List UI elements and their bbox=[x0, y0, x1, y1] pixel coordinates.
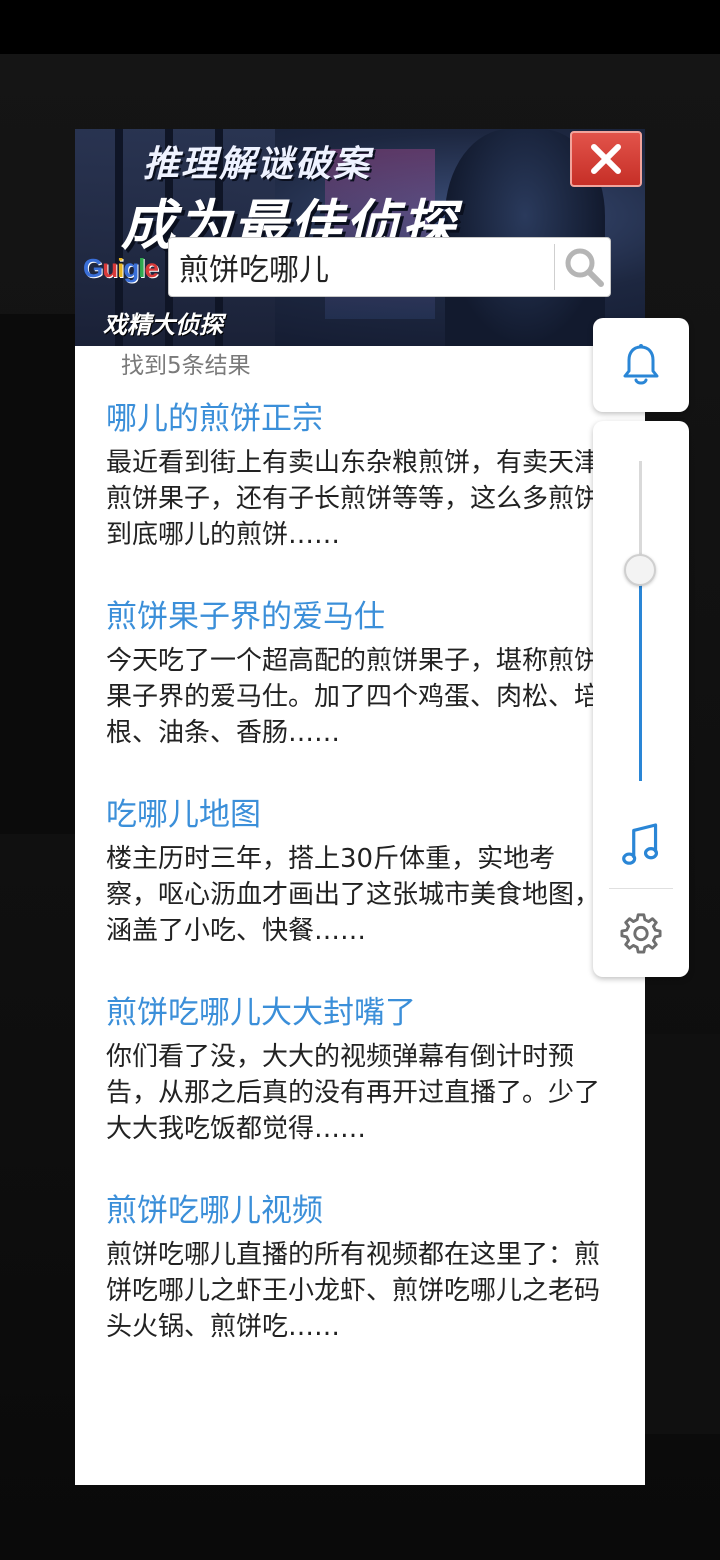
music-note-icon bbox=[622, 823, 659, 865]
result-snippet: 你们看了没，大大的视频弹幕有倒计时预告，从那之后真的没有再开过直播了。少了大大我… bbox=[106, 1042, 601, 1144]
result-title-link[interactable]: 吃哪儿地图 bbox=[106, 795, 606, 835]
result-title-link[interactable]: 哪儿的煎饼正宗 bbox=[106, 399, 606, 439]
result-item: 煎饼吃哪儿大大封嘴了 你们看了没，大大的视频弹幕有倒计时预告，从那之后真的没有再… bbox=[106, 993, 606, 1147]
close-icon bbox=[591, 144, 621, 174]
logo-letter: u bbox=[102, 253, 118, 283]
result-title-link[interactable]: 煎饼果子界的爱马仕 bbox=[106, 597, 606, 637]
search-input[interactable] bbox=[179, 246, 539, 288]
result-item: 煎饼果子界的爱马仕 今天吃了一个超高配的煎饼果子，堪称煎饼果子界的爱马仕。加了四… bbox=[106, 597, 606, 751]
search-window: 推理解谜破案 成为最佳侦探 戏精大侦探 Guigle 找 bbox=[75, 129, 645, 1485]
volume-slider-track[interactable] bbox=[639, 461, 642, 781]
ad-banner[interactable]: 推理解谜破案 成为最佳侦探 戏精大侦探 Guigle bbox=[75, 129, 645, 346]
logo-letter: e bbox=[144, 253, 159, 283]
search-divider bbox=[554, 244, 555, 290]
search-button[interactable] bbox=[557, 238, 611, 296]
screen: 推理解谜破案 成为最佳侦探 戏精大侦探 Guigle 找 bbox=[0, 0, 720, 1560]
tools-panel bbox=[593, 421, 689, 977]
tools-divider bbox=[609, 888, 673, 889]
result-item: 煎饼吃哪儿视频 煎饼吃哪儿直播的所有视频都在这里了：煎饼吃哪儿之虾王小龙虾、煎饼… bbox=[106, 1191, 606, 1345]
music-button[interactable] bbox=[619, 819, 663, 871]
result-item: 吃哪儿地图 楼主历时三年，搭上30斤体重，实地考察，呕心沥血才画出了这张城市美食… bbox=[106, 795, 606, 949]
volume-slider-fill bbox=[639, 569, 642, 781]
status-bar bbox=[0, 0, 720, 54]
close-button[interactable] bbox=[570, 131, 642, 187]
result-item: 哪儿的煎饼正宗 最近看到街上有卖山东杂粮煎饼，有卖天津煎饼果子，还有子长煎饼等等… bbox=[106, 399, 606, 553]
result-snippet: 煎饼吃哪儿直播的所有视频都在这里了：煎饼吃哪儿之虾王小龙虾、煎饼吃哪儿之老码头火… bbox=[106, 1240, 601, 1342]
bell-icon bbox=[623, 344, 659, 385]
search-icon bbox=[565, 248, 604, 287]
banner-game-name: 戏精大侦探 bbox=[103, 310, 223, 339]
result-snippet: 今天吃了一个超高配的煎饼果子，堪称煎饼果子界的爱马仕。加了四个鸡蛋、肉松、培根、… bbox=[106, 646, 601, 748]
volume-slider-thumb[interactable] bbox=[624, 553, 656, 586]
result-snippet: 最近看到街上有卖山东杂粮煎饼，有卖天津煎饼果子，还有子长煎饼等等，这么多煎饼到底… bbox=[106, 448, 601, 550]
result-title-link[interactable]: 煎饼吃哪儿大大封嘴了 bbox=[106, 993, 606, 1033]
logo-letter: g bbox=[123, 253, 139, 283]
gear-icon bbox=[620, 913, 662, 954]
notification-button[interactable] bbox=[593, 318, 689, 412]
search-engine-logo: Guigle bbox=[83, 253, 159, 284]
settings-button[interactable] bbox=[619, 911, 663, 955]
search-box bbox=[168, 237, 611, 297]
result-snippet: 楼主历时三年，搭上30斤体重，实地考察，呕心沥血才画出了这张城市美食地图，涵盖了… bbox=[106, 844, 601, 946]
result-title-link[interactable]: 煎饼吃哪儿视频 bbox=[106, 1191, 606, 1231]
banner-tagline: 推理解谜破案 bbox=[143, 143, 372, 185]
result-count: 找到5条结果 bbox=[121, 353, 251, 379]
logo-letter: G bbox=[83, 253, 103, 283]
